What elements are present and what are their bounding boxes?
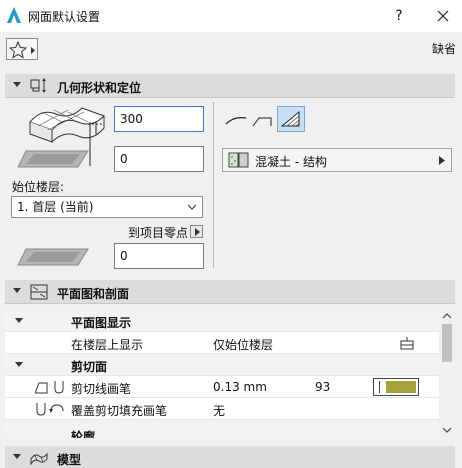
title-bar: 网面默认设置 ? <box>0 0 462 32</box>
row-label: 剪切面 <box>71 360 108 374</box>
floorplan-section-title: 平面图和剖面 <box>57 287 130 301</box>
home-story-label: 始位楼层: <box>12 180 65 194</box>
material-selector[interactable]: 混凝土 - 结构 <box>222 148 452 172</box>
table-row[interactable]: 剪切面 <box>5 354 439 376</box>
row-label: 平面图显示 <box>71 316 132 330</box>
structure-edge-button[interactable] <box>277 106 305 132</box>
table-row[interactable]: 覆盖剪切填充画笔 无 <box>5 398 439 420</box>
ridge-edge-icon[interactable] <box>251 108 275 130</box>
collapse-arrow-icon <box>13 454 21 459</box>
app-logo-icon <box>7 7 21 23</box>
floorplan-settings-table: 平面图显示 在楼层上显示 仅始位楼层 剪切面 剪切线画笔 0.13 mm 93 <box>5 310 439 438</box>
geometry-section-title: 几何形状和定位 <box>57 81 142 95</box>
table-row[interactable]: 在楼层上显示 仅始位楼层 <box>5 332 439 354</box>
collapse-arrow-icon <box>13 82 21 87</box>
model-section-header[interactable]: 模型 <box>5 446 455 468</box>
project-zero-plane-icon <box>17 248 89 266</box>
hatched-edge-icon <box>280 110 300 127</box>
vertical-divider <box>213 102 214 268</box>
star-icon <box>9 41 35 59</box>
home-story-value: 1. 首层 (当前) <box>17 200 94 214</box>
swatch-marker <box>379 381 380 393</box>
scroll-thumb[interactable] <box>442 324 452 362</box>
floorplan-section-header[interactable]: 平面图和剖面 <box>5 280 455 304</box>
row-label: 在楼层上显示 <box>71 338 144 352</box>
story-display-icon[interactable] <box>399 336 415 350</box>
offset-input[interactable]: 0 <box>114 146 204 172</box>
geometry-section-header[interactable]: 几何形状和定位 <box>5 74 455 98</box>
thickness-input[interactable]: 300 <box>114 106 204 132</box>
window-title: 网面默认设置 <box>28 10 101 24</box>
favorites-button[interactable] <box>6 38 38 60</box>
row-value: 0.13 mm <box>213 380 267 394</box>
chevron-right-icon <box>195 228 200 236</box>
smooth-edge-icon[interactable] <box>224 108 248 130</box>
collapse-arrow-icon <box>13 288 21 293</box>
floorplan-section-icon <box>30 284 48 300</box>
base-plane-icon <box>17 150 89 168</box>
table-row[interactable]: 平面图显示 <box>5 310 439 332</box>
cut-line-pen-icon <box>34 381 64 394</box>
chevron-right-icon <box>439 156 445 165</box>
home-story-dropdown[interactable]: 1. 首层 (当前) <box>11 196 203 218</box>
project-zero-toggle[interactable] <box>190 225 203 238</box>
pen-color-swatch[interactable] <box>373 378 419 396</box>
material-name: 混凝土 - 结构 <box>255 155 327 169</box>
concrete-material-icon <box>228 152 249 168</box>
project-zero-label: 到项目零点 <box>128 226 189 240</box>
row-label: 覆盖剪切填充画笔 <box>71 404 168 418</box>
collapse-arrow-icon <box>15 362 23 367</box>
scroll-up-icon[interactable] <box>443 313 451 319</box>
row-label: 剪切线画笔 <box>71 382 132 396</box>
close-icon[interactable] <box>428 4 458 28</box>
row-value: 仅始位楼层 <box>213 338 274 352</box>
row-label: 轮廓 <box>71 430 96 438</box>
scroll-down-icon[interactable] <box>443 427 451 433</box>
pen-number: 93 <box>315 380 331 394</box>
default-label: 缺省 <box>431 42 456 56</box>
table-scrollbar[interactable] <box>439 310 455 438</box>
table-row[interactable]: 剪切线画笔 0.13 mm 93 <box>5 376 439 398</box>
model-section-title: 模型 <box>57 453 82 467</box>
collapse-arrow-icon <box>15 318 23 323</box>
project-zero-input[interactable]: 0 <box>114 243 204 269</box>
help-button[interactable]: ? <box>384 4 414 28</box>
model-3d-icon <box>30 452 48 466</box>
geometry-positioning-icon <box>30 78 46 93</box>
override-fill-pen-icon <box>36 403 64 416</box>
pen-color-fill <box>386 381 416 393</box>
chevron-down-icon <box>188 204 196 210</box>
row-value: 无 <box>213 404 226 418</box>
table-row[interactable]: 轮廓 <box>5 420 439 438</box>
